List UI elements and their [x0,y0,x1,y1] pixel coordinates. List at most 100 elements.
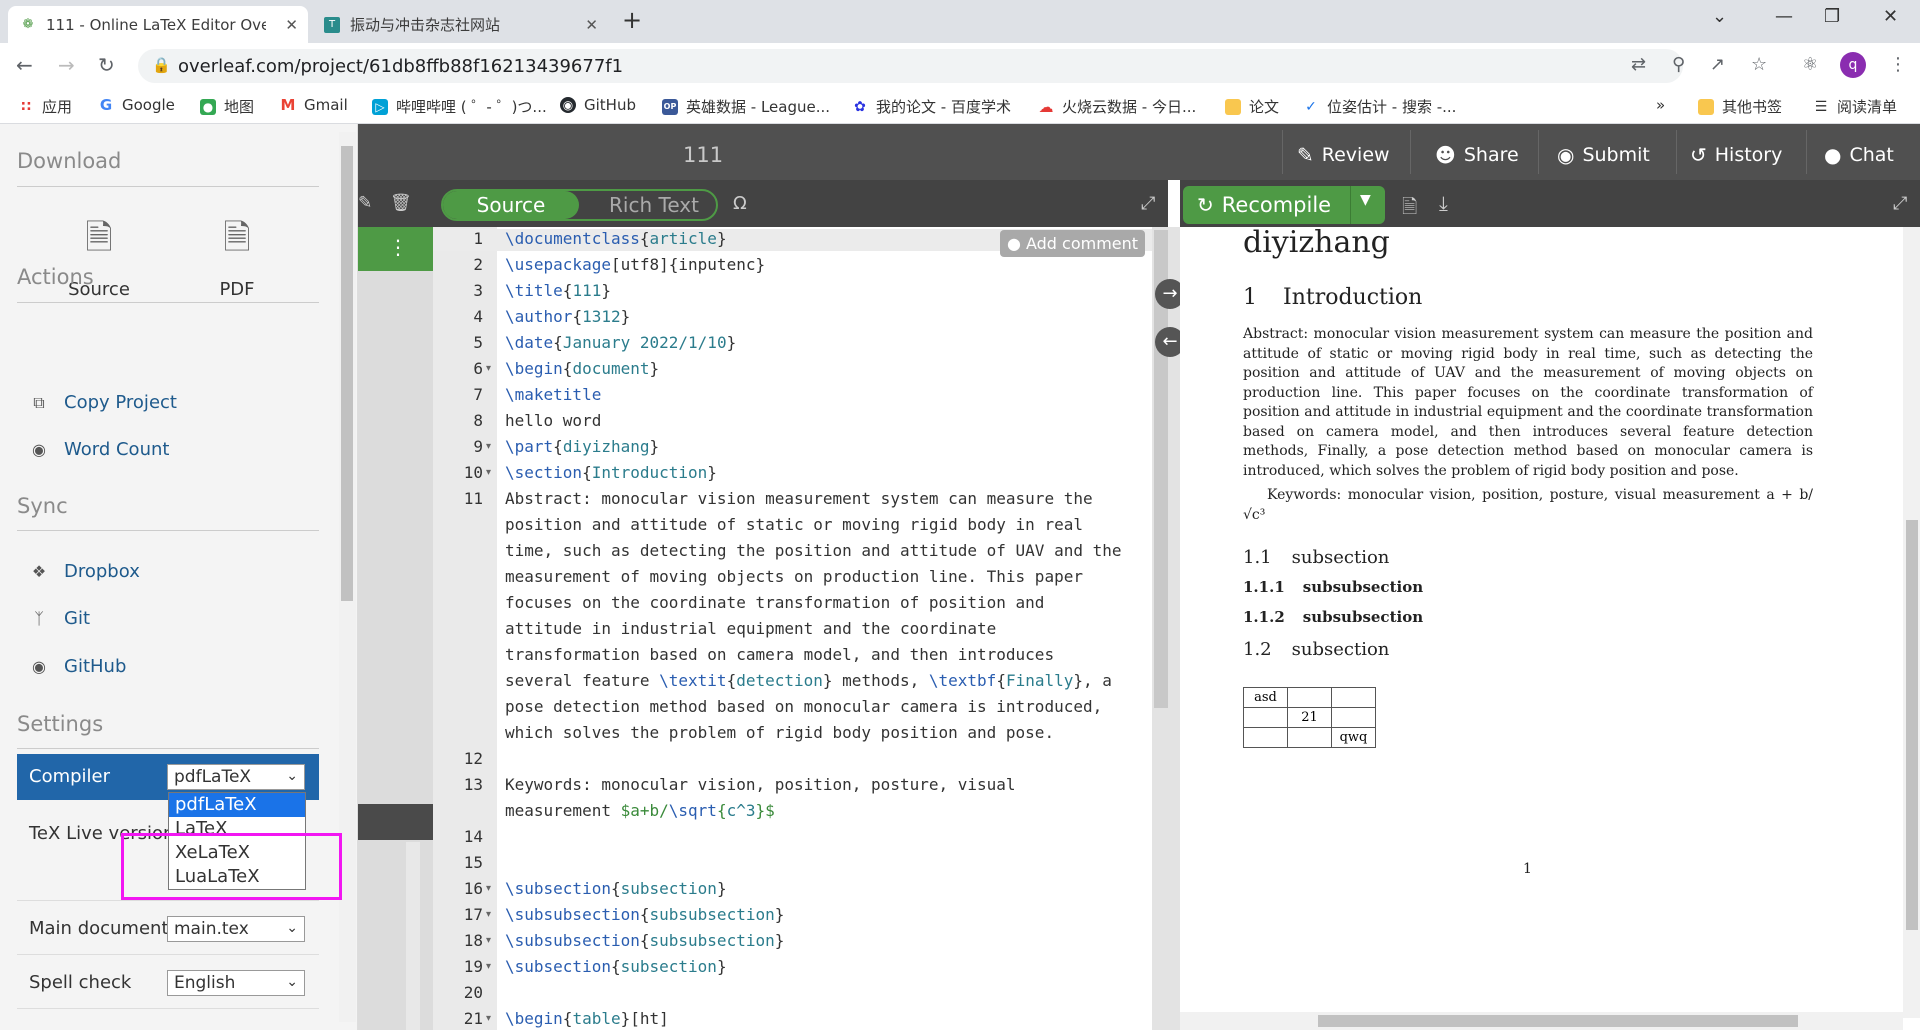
pdf-keywords: Keywords: monocular vision, position, po… [1243,487,1813,523]
pencil-icon[interactable]: ✎ [358,193,372,213]
maps-icon: ● [200,98,216,115]
recompile-options-caret-icon[interactable]: ▼ [1360,192,1371,208]
reload-icon[interactable]: ↻ [98,53,115,77]
bookmark-league[interactable]: OP 英雄数据 - League... [662,96,830,117]
star-icon[interactable]: ☆ [1751,54,1767,75]
table-row: 21 [1243,707,1376,728]
bookmark-github[interactable]: ◉ GitHub [560,96,636,114]
compiler-option-pdflatex[interactable]: pdfLaTeX [169,793,305,817]
compiler-select[interactable]: pdfLaTeX ⌄ [167,764,305,790]
folder-icon [1698,98,1714,115]
file-tree-toggle[interactable]: ⋮ [358,227,433,271]
fold-toggle-icon[interactable]: ▾ [486,441,491,452]
dropbox-link[interactable]: ❖ Dropbox [28,561,140,582]
fold-toggle-icon[interactable]: ▾ [486,961,491,972]
table-cell: asd [1243,687,1288,708]
tab-search-chevron-icon[interactable]: ⌄ [1712,6,1727,27]
git-link[interactable]: ᛉ Git [28,608,90,629]
expand-icon[interactable]: ⤢ [1141,193,1155,214]
code-line: \usepackage[utf8]{inputenc} [505,255,766,274]
annotation-highlight-box [121,833,342,900]
browser-tab-overleaf[interactable]: ❁ 111 - Online LaTeX Editor Ove ✕ [8,6,308,43]
copy-project-link[interactable]: ⧉ Copy Project [28,392,177,413]
table-cell [1243,727,1288,748]
bookmark-folder-papers[interactable]: 论文 [1225,96,1279,117]
fold-toggle-icon[interactable]: ▾ [486,467,491,478]
add-comment-button[interactable]: ● Add comment [1000,230,1145,257]
history-button[interactable]: ↺ History [1690,143,1782,167]
symbol-palette-button[interactable]: Ω [733,193,747,214]
translate-icon[interactable]: ⇄ [1631,54,1646,75]
fold-toggle-icon[interactable]: ▾ [486,935,491,946]
bookmark-maps[interactable]: ● 地图 [200,96,254,117]
fold-toggle-icon[interactable]: ▾ [486,883,491,894]
pdf-scroll-thumb[interactable] [1906,520,1918,930]
line-number: 9 [473,437,483,456]
fold-toggle-icon[interactable]: ▾ [486,1013,491,1024]
bookmark-google[interactable]: G Google [98,96,175,114]
back-arrow-icon[interactable]: ← [16,53,33,77]
kebab-menu-icon[interactable]: ⋮ [1889,54,1907,75]
profile-avatar[interactable]: q [1840,52,1866,78]
line-number: 17 [463,905,483,924]
pdf-horizontal-scroll-thumb[interactable] [1318,1015,1798,1027]
word-count-link[interactable]: ◉ Word Count [28,439,169,460]
table-row: asd [1243,687,1376,708]
close-icon[interactable]: ✕ [585,16,598,34]
bookmark-baidu-scholar[interactable]: ✿ 我的论文 - 百度学术 [852,96,1011,117]
new-tab-button[interactable]: + [622,6,642,34]
line-number: 7 [473,385,483,404]
recompile-button[interactable]: ↻ Recompile [1183,186,1385,224]
bookmark-pose-search[interactable]: ✓ 位姿估计 - 搜索 -... [1303,96,1456,117]
bookmark-huoshaoyun[interactable]: ☁ 火烧云数据 - 今日... [1038,96,1197,117]
spell-check-select[interactable]: English ⌄ [167,970,305,996]
line-number: 6 [473,359,483,378]
url-field[interactable]: 🔒 overleaf.com/project/61db8ffb88f162134… [138,49,1683,83]
main-document-select[interactable]: main.tex ⌄ [167,916,305,942]
league-icon: OP [662,98,678,115]
restore-icon[interactable]: ❐ [1824,6,1840,27]
expand-icon[interactable]: ⤢ [1893,193,1907,214]
bookmark-gmail[interactable]: M Gmail [280,96,348,114]
code-line: position and attitude of static or movin… [505,515,1083,534]
zoom-icon[interactable]: ⚲ [1672,54,1685,75]
main-document-row: Main document main.tex ⌄ [17,906,319,952]
copy-icon: ⧉ [33,392,45,412]
comment-icon: ● [1006,234,1026,253]
share-page-icon[interactable]: ↗ [1710,54,1725,75]
code-line: \subsubsection{subsubsection} [505,905,785,924]
bookmark-other[interactable]: 其他书签 [1698,96,1782,117]
extensions-icon[interactable]: ⚛ [1802,54,1818,75]
close-window-icon[interactable]: ✕ [1883,6,1898,27]
source-mode-button[interactable]: Source [443,191,579,219]
bookmark-apps[interactable]: ∷ 应用 [18,96,72,117]
minimize-icon[interactable]: — [1775,6,1793,27]
submit-button[interactable]: ◉ Submit [1557,143,1650,167]
project-title[interactable]: 111 [683,143,723,167]
code-line: transformation based on camera model, an… [505,645,1055,664]
review-button[interactable]: ✎ Review [1297,143,1390,167]
bookmark-bilibili[interactable]: ▷ 哔哩哔哩 ( ゜- ゜)つ... [372,96,547,117]
left-panel-scroll-thumb[interactable] [341,146,353,601]
bookmarks-overflow[interactable]: » [1656,96,1665,114]
sync-heading: Sync [17,494,68,518]
download-pdf-button[interactable]: 🗎 PDF [187,214,287,300]
chat-button[interactable]: ● Chat [1824,143,1894,167]
trash-icon[interactable]: 🗑 [390,193,412,213]
close-icon[interactable]: ✕ [285,16,298,34]
reading-list[interactable]: ☰ 阅读清单 [1813,96,1897,117]
browser-tab-journal[interactable]: T 振动与冲击杂志社网站 ✕ [312,6,608,43]
code-line: measurement of moving objects on product… [505,567,1083,586]
line-number: 19 [463,957,483,976]
rich-text-mode-button[interactable]: Rich Text [591,191,717,219]
download-icon[interactable]: ⤓ [1439,191,1448,215]
code-line: \author{1312} [505,307,631,326]
github-link[interactable]: ◉ GitHub [28,656,126,677]
forward-arrow-icon[interactable]: → [58,53,75,77]
divider [1350,186,1351,224]
fold-toggle-icon[interactable]: ▾ [486,363,491,374]
logs-icon[interactable]: 🗎 [1402,193,1417,225]
fold-toggle-icon[interactable]: ▾ [486,909,491,920]
share-button[interactable]: ☻ Share [1435,143,1519,167]
outline-scrollbar[interactable] [406,842,420,1030]
